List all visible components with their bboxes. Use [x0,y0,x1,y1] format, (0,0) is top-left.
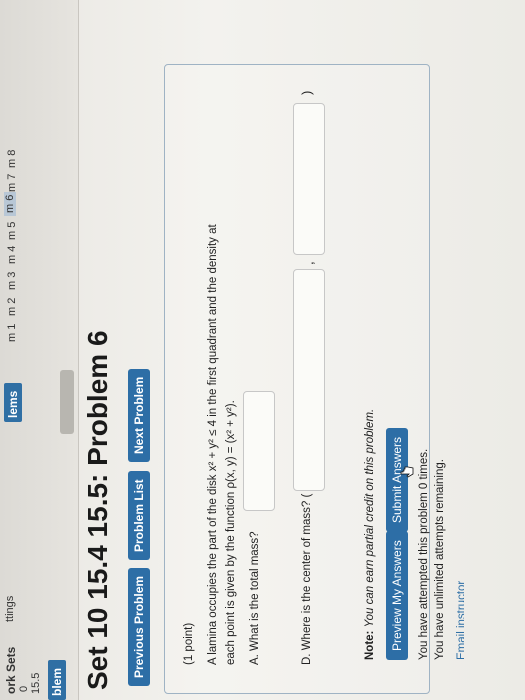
next-problem-button[interactable]: Next Problem [128,368,150,462]
close-paren: ) [299,90,314,95]
note-label: Note: [364,630,376,660]
sidebar-item-problem-5[interactable]: m 5 [6,222,18,240]
screen: ork Sets 0 15.5 blem ttings lems m 1 m 2… [0,0,525,700]
sidebar-item-problem-7[interactable]: m 7 [6,174,18,192]
sidebar-item-settings[interactable]: ttings [4,596,16,622]
hand-cursor-icon [400,466,414,478]
part-d-question: D. Where is the center of mass? ( [301,493,313,665]
sidebar-item-problem-3[interactable]: m 3 [6,272,18,290]
page-title: Set 10 15.4 15.5: Problem 6 [82,330,113,690]
sidebar-item-problem-4[interactable]: m 4 [6,246,18,264]
preview-answers-button[interactable]: Preview My Answers [386,531,408,660]
sidebar-item-homework-sets[interactable]: ork Sets [4,647,18,694]
email-instructor-link[interactable]: Email instructor [456,581,464,660]
sidebar-item-problem-1[interactable]: m 1 [6,324,18,342]
previous-problem-button[interactable]: Previous Problem [128,567,150,686]
total-mass-input[interactable] [243,391,275,511]
sidebar: ork Sets 0 15.5 blem ttings lems m 1 m 2… [0,0,79,700]
sidebar-item-set-name[interactable]: 15.5 [30,673,42,694]
problem-points: (1 point) [183,622,195,665]
sidebar-item-problem-8[interactable]: m 8 [6,150,18,168]
note-text: You can earn partial credit on this prob… [364,408,376,628]
comma-separator: , [301,261,316,265]
problem-statement-line-2: each point is given by the function ρ(x,… [225,400,237,665]
sidebar-item-problem-6[interactable]: m 6 [4,191,16,216]
sidebar-item-set-number[interactable]: 0 [18,686,30,692]
partial-credit-note: Note: You can earn partial credit on thi… [364,409,376,660]
sidebar-item-problem-2[interactable]: m 2 [6,298,18,316]
sidebar-grey-bar [60,370,74,434]
attempts-status: You have attempted this problem 0 times. [418,448,430,660]
sidebar-item-problem[interactable]: blem [48,659,66,700]
problem-list-button[interactable]: Problem List [128,471,150,560]
part-a-question: A. What is the total mass? [249,531,261,665]
submit-answers-button[interactable]: Submit Answers [386,427,408,532]
sidebar-item-problems[interactable]: lems [4,382,22,422]
center-of-mass-x-input[interactable] [293,269,325,491]
center-of-mass-y-input[interactable] [293,103,325,255]
main-content: Set 10 15.4 15.5: Problem 6 Previous Pro… [78,0,525,700]
problem-statement-line-1: A lamina occupies the part of the disk x… [207,224,219,665]
remaining-status: You have unlimited attempts remaining. [434,459,446,660]
